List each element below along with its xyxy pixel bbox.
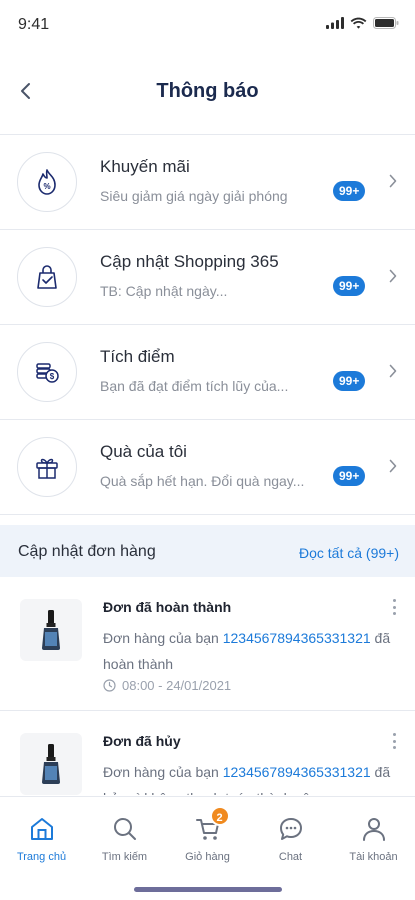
status-icons bbox=[326, 17, 399, 29]
category-subtitle: TB: Cập nhật ngày... bbox=[100, 283, 228, 299]
bottom-tab-bar: Trang chủ Tìm kiếm 2 Giỏ hàng Chat Tài k… bbox=[0, 796, 415, 900]
category-item-points[interactable]: $ Tích điểm Bạn đã đạt điểm tích lũy của… bbox=[0, 325, 415, 420]
order-section-header: Cập nhật đơn hàng Đọc tất cả (99+) bbox=[0, 525, 415, 577]
chevron-right-icon bbox=[385, 266, 401, 286]
order-message: Đơn hàng của bạn 1234567894365331321 đã … bbox=[103, 625, 403, 677]
chat-icon bbox=[278, 815, 304, 843]
tab-search[interactable]: Tìm kiếm bbox=[83, 815, 166, 863]
bottle-icon bbox=[42, 744, 60, 784]
category-subtitle: Bạn đã đạt điểm tích lũy của... bbox=[100, 378, 289, 394]
order-message-prefix: Đơn hàng của bạn bbox=[103, 630, 223, 646]
chevron-right-icon bbox=[385, 361, 401, 381]
product-thumbnail bbox=[20, 733, 82, 795]
wifi-icon bbox=[350, 17, 367, 29]
order-message-prefix: Đơn hàng của bạn bbox=[103, 764, 223, 780]
user-icon bbox=[361, 815, 387, 843]
tab-home[interactable]: Trang chủ bbox=[0, 815, 83, 863]
shopping-bag-icon bbox=[17, 247, 77, 307]
search-icon bbox=[112, 815, 138, 843]
order-time-text: 08:00 - 24/01/2021 bbox=[122, 678, 232, 693]
cart-count-badge: 2 bbox=[209, 806, 230, 826]
tab-label: Tài khoản bbox=[349, 851, 398, 863]
svg-text:%: % bbox=[43, 182, 50, 191]
order-title: Đơn đã hoàn thành bbox=[103, 599, 232, 615]
gift-icon bbox=[17, 437, 77, 497]
header: Thông báo bbox=[0, 60, 415, 124]
tab-label: Tìm kiếm bbox=[101, 851, 148, 863]
home-indicator bbox=[134, 887, 282, 892]
order-timestamp: 08:00 - 24/01/2021 bbox=[103, 678, 231, 693]
read-all-link[interactable]: Đọc tất cả (99+) bbox=[299, 545, 399, 561]
category-title: Khuyến mãi bbox=[100, 157, 190, 176]
order-notification-item[interactable]: Đơn đã hủy Đơn hàng của bạn 123456789436… bbox=[0, 711, 415, 795]
category-item-shopping365[interactable]: Cập nhật Shopping 365 TB: Cập nhật ngày.… bbox=[0, 230, 415, 325]
category-title: Tích điểm bbox=[100, 347, 175, 366]
product-thumbnail bbox=[20, 599, 82, 661]
order-message: Đơn hàng của bạn 1234567894365331321 đã … bbox=[103, 759, 403, 795]
more-options-icon[interactable] bbox=[391, 599, 397, 615]
order-id-link[interactable]: 1234567894365331321 bbox=[223, 630, 371, 646]
signal-icon bbox=[326, 17, 344, 29]
home-icon bbox=[29, 815, 55, 843]
notification-category-list: % Khuyến mãi Siêu giảm giá ngày giải phó… bbox=[0, 135, 415, 515]
order-update-list: Đơn đã hoàn thành Đơn hàng của bạn 12345… bbox=[0, 577, 415, 795]
count-badge: 99+ bbox=[333, 181, 366, 201]
category-item-gifts[interactable]: Quà của tôi Quà sắp hết hạn. Đổi quà nga… bbox=[0, 420, 415, 515]
category-item-promotions[interactable]: % Khuyến mãi Siêu giảm giá ngày giải phó… bbox=[0, 135, 415, 230]
category-title: Cập nhật Shopping 365 bbox=[100, 252, 279, 271]
tab-account[interactable]: Tài khoản bbox=[332, 815, 415, 863]
page-title: Thông báo bbox=[156, 80, 259, 102]
tab-cart[interactable]: 2 Giỏ hàng bbox=[166, 806, 249, 863]
more-options-icon[interactable] bbox=[391, 733, 397, 749]
chevron-right-icon bbox=[385, 171, 401, 191]
category-subtitle: Quà sắp hết hạn. Đổi quà ngay... bbox=[100, 473, 305, 489]
status-time: 9:41 bbox=[18, 16, 50, 33]
tab-label: Trang chủ bbox=[16, 851, 67, 863]
category-title: Quà của tôi bbox=[100, 442, 187, 461]
coins-icon: $ bbox=[17, 342, 77, 402]
tab-label: Giỏ hàng bbox=[185, 851, 230, 863]
promo-icon: % bbox=[17, 152, 77, 212]
count-badge: 99+ bbox=[333, 371, 366, 391]
status-bar: 9:41 bbox=[0, 0, 415, 50]
order-title: Đơn đã hủy bbox=[103, 733, 181, 749]
svg-text:$: $ bbox=[50, 372, 55, 381]
count-badge: 99+ bbox=[333, 466, 366, 486]
tab-label: Chat bbox=[278, 851, 303, 863]
clock-icon bbox=[103, 679, 116, 692]
order-id-link[interactable]: 1234567894365331321 bbox=[223, 764, 371, 780]
order-notification-item[interactable]: Đơn đã hoàn thành Đơn hàng của bạn 12345… bbox=[0, 577, 415, 711]
section-title: Cập nhật đơn hàng bbox=[18, 543, 156, 560]
count-badge: 99+ bbox=[333, 276, 366, 296]
cart-icon: 2 bbox=[195, 806, 230, 843]
chevron-right-icon bbox=[385, 456, 401, 476]
tab-chat[interactable]: Chat bbox=[249, 815, 332, 863]
category-subtitle: Siêu giảm giá ngày giải phóng bbox=[100, 188, 288, 204]
battery-icon bbox=[373, 17, 399, 29]
bottle-icon bbox=[42, 610, 60, 650]
